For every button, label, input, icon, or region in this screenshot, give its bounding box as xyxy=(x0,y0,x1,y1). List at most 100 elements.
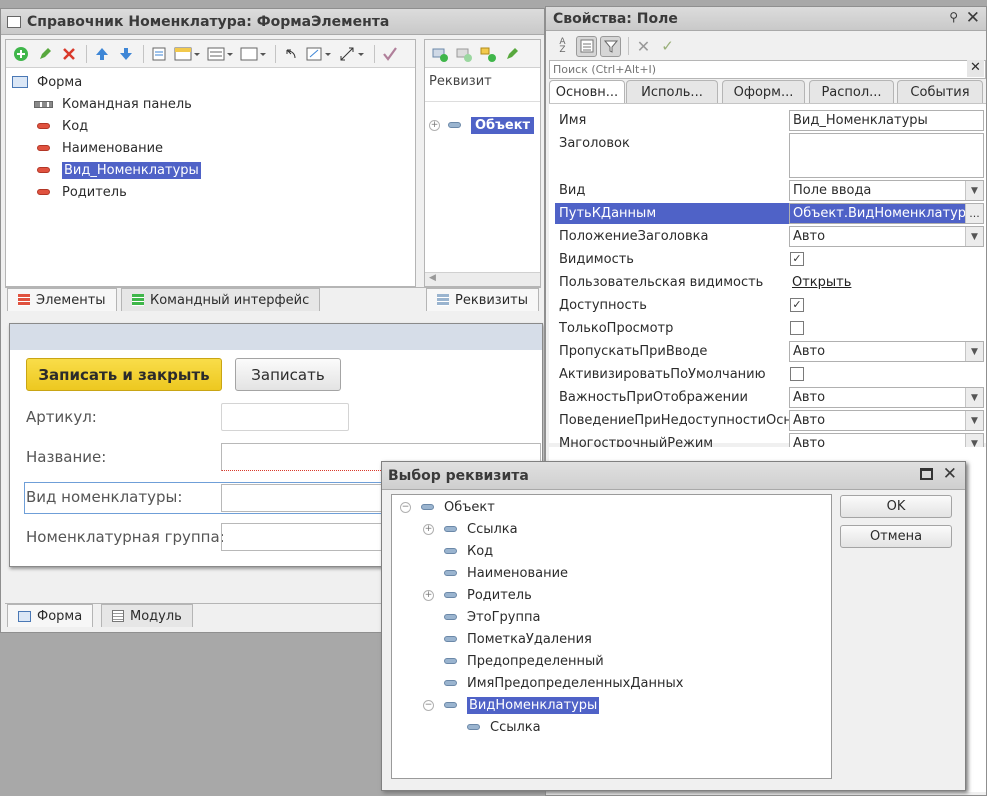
requisite-tree-item[interactable]: + Родитель xyxy=(423,585,532,605)
property-checkbox[interactable] xyxy=(790,321,804,335)
categories-icon[interactable] xyxy=(576,35,597,57)
tab-form[interactable]: Форма xyxy=(7,604,94,627)
add-column-icon[interactable] xyxy=(453,43,474,64)
requisite-tree-item[interactable]: ЭтоГруппа xyxy=(423,607,540,627)
undo-arrow-icon[interactable] xyxy=(280,43,301,64)
expand-icon[interactable]: + xyxy=(423,523,434,535)
properties-grid: Имя Вид_Номенклатуры Заголовок Вид Поле ввод… xyxy=(549,103,986,454)
tree-item[interactable]: Форма xyxy=(12,72,82,92)
requisite-tree-item[interactable]: ИмяПредопределенныхДанных xyxy=(423,673,683,693)
clear-icon[interactable]: ✕ xyxy=(633,36,654,57)
tab-module[interactable]: Модуль xyxy=(101,604,193,627)
ok-button[interactable]: OK xyxy=(840,495,952,518)
apply-icon[interactable]: ✓ xyxy=(657,36,678,57)
filter-icon[interactable] xyxy=(600,35,621,57)
maximize-icon[interactable] xyxy=(920,468,933,480)
search-clear-icon[interactable]: ✕ xyxy=(967,60,984,77)
toolbar-separator xyxy=(86,44,87,63)
group-columns-icon[interactable] xyxy=(205,43,235,64)
property-select[interactable]: Авто ▼ xyxy=(789,387,984,408)
dialog-title: Выбор реквизита xyxy=(388,467,529,484)
chevron-down-icon[interactable]: ▼ xyxy=(965,342,983,361)
add-icon[interactable] xyxy=(10,43,31,64)
tab-command-interface[interactable]: Командный интерфейс xyxy=(121,288,321,311)
property-input[interactable]: Вид_Номенклатуры xyxy=(789,110,984,131)
property-name: ПоведениеПриНедоступностиОсн xyxy=(559,413,792,428)
add-requisite-icon[interactable] xyxy=(429,43,450,64)
properties-tab[interactable]: Основн... xyxy=(549,80,625,103)
edit-pencil-icon[interactable] xyxy=(34,43,55,64)
requisite-tree-item[interactable]: + Ссылка xyxy=(423,519,518,539)
property-select[interactable]: Авто ▼ xyxy=(789,226,984,247)
tab-requisites[interactable]: Реквизиты xyxy=(426,288,539,311)
add-from-object-icon[interactable] xyxy=(477,43,498,64)
property-select[interactable]: Авто ▼ xyxy=(789,410,984,431)
property-select[interactable]: Авто ▼ xyxy=(789,341,984,362)
requisite-tree-label: Ссылка xyxy=(490,719,541,735)
move-up-icon[interactable] xyxy=(91,43,112,64)
dialog-titlebar[interactable]: Выбор реквизита ✕ xyxy=(382,462,965,490)
stretch-icon[interactable] xyxy=(337,43,367,64)
tree-item[interactable]: Наименование xyxy=(34,138,163,158)
check-icon[interactable] xyxy=(379,43,400,64)
property-checkbox[interactable]: ✓ xyxy=(790,298,804,312)
requisite-tree-item[interactable]: ПометкаУдаления xyxy=(423,629,592,649)
chevron-down-icon[interactable]: ▼ xyxy=(965,181,983,200)
tree-item[interactable]: Командная панель xyxy=(34,94,192,114)
properties-search[interactable]: ✕ xyxy=(549,60,986,79)
cancel-button[interactable]: Отмена xyxy=(840,525,952,548)
move-down-icon[interactable] xyxy=(115,43,136,64)
tree-item[interactable]: Вид_Номенклатуры xyxy=(34,160,201,180)
requisite-tree-item[interactable]: Ссылка xyxy=(446,717,541,737)
sort-alpha-icon[interactable]: AZ xyxy=(552,36,573,57)
delete-icon[interactable] xyxy=(58,43,79,64)
resize-icon[interactable] xyxy=(304,43,334,64)
ellipsis-icon[interactable]: ... xyxy=(965,204,983,223)
properties-dropdown-icon[interactable] xyxy=(238,43,268,64)
property-name: ТолькоПросмотр xyxy=(559,321,674,336)
chevron-down-icon[interactable]: ▼ xyxy=(965,388,983,407)
tree-item[interactable]: Родитель xyxy=(34,182,127,202)
property-row: Пользовательская видимость Открыть xyxy=(549,272,986,294)
chevron-down-icon[interactable]: ▼ xyxy=(965,411,983,430)
property-value: Авто xyxy=(793,344,826,359)
collapse-icon[interactable]: − xyxy=(400,501,411,513)
form-layout-icon[interactable] xyxy=(148,43,169,64)
requisite-tree-item[interactable]: Код xyxy=(423,541,493,561)
dialog-close-icon[interactable]: ✕ xyxy=(943,464,957,484)
form-editor-titlebar[interactable]: Справочник Номенклатура: ФормаЭлемента xyxy=(1,9,544,35)
properties-tab[interactable]: Исполь... xyxy=(626,80,718,103)
save-and-close-button[interactable]: Записать и закрыть xyxy=(26,358,222,391)
properties-search-input[interactable] xyxy=(550,61,960,78)
close-icon[interactable]: ✕ xyxy=(966,8,980,28)
requisite-icon xyxy=(444,614,457,620)
pin-icon[interactable]: ⚲ xyxy=(949,10,958,24)
properties-tab[interactable]: Распол... xyxy=(809,80,894,103)
expand-icon[interactable]: + xyxy=(423,589,434,601)
collapse-icon[interactable]: − xyxy=(423,699,434,711)
properties-titlebar[interactable]: Свойства: Поле ⚲ ✕ xyxy=(546,7,986,31)
requisites-hscrollbar[interactable]: ◀ xyxy=(425,272,540,286)
requisite-tree-item[interactable]: − Объект xyxy=(400,497,495,517)
property-input[interactable] xyxy=(789,133,984,178)
requisite-tree-item[interactable]: − ВидНоменклатуры xyxy=(423,695,600,715)
article-input[interactable] xyxy=(221,403,349,431)
edit-requisite-icon[interactable] xyxy=(501,43,522,64)
requisite-tree-item[interactable]: Предопределенный xyxy=(423,651,604,671)
tree-item[interactable]: Код xyxy=(34,116,88,136)
requisite-row-object[interactable]: + Объект xyxy=(429,115,535,135)
tab-elements[interactable]: Элементы xyxy=(7,288,117,311)
expand-toggle-icon[interactable]: + xyxy=(429,119,440,131)
requisite-tree-item[interactable]: Наименование xyxy=(423,563,568,583)
property-select[interactable]: Поле ввода ▼ xyxy=(789,180,984,201)
open-link[interactable]: Открыть xyxy=(792,275,851,290)
property-input[interactable]: Объект.ВидНоменклатуры... xyxy=(789,203,984,224)
save-button[interactable]: Записать xyxy=(235,358,341,391)
properties-tab[interactable]: Оформ... xyxy=(722,80,805,103)
property-name: АктивизироватьПоУмолчанию xyxy=(559,367,766,382)
properties-tab[interactable]: События xyxy=(897,80,983,103)
property-checkbox[interactable] xyxy=(790,367,804,381)
property-checkbox[interactable]: ✓ xyxy=(790,252,804,266)
chevron-down-icon[interactable]: ▼ xyxy=(965,227,983,246)
group-panel-icon[interactable] xyxy=(172,43,202,64)
